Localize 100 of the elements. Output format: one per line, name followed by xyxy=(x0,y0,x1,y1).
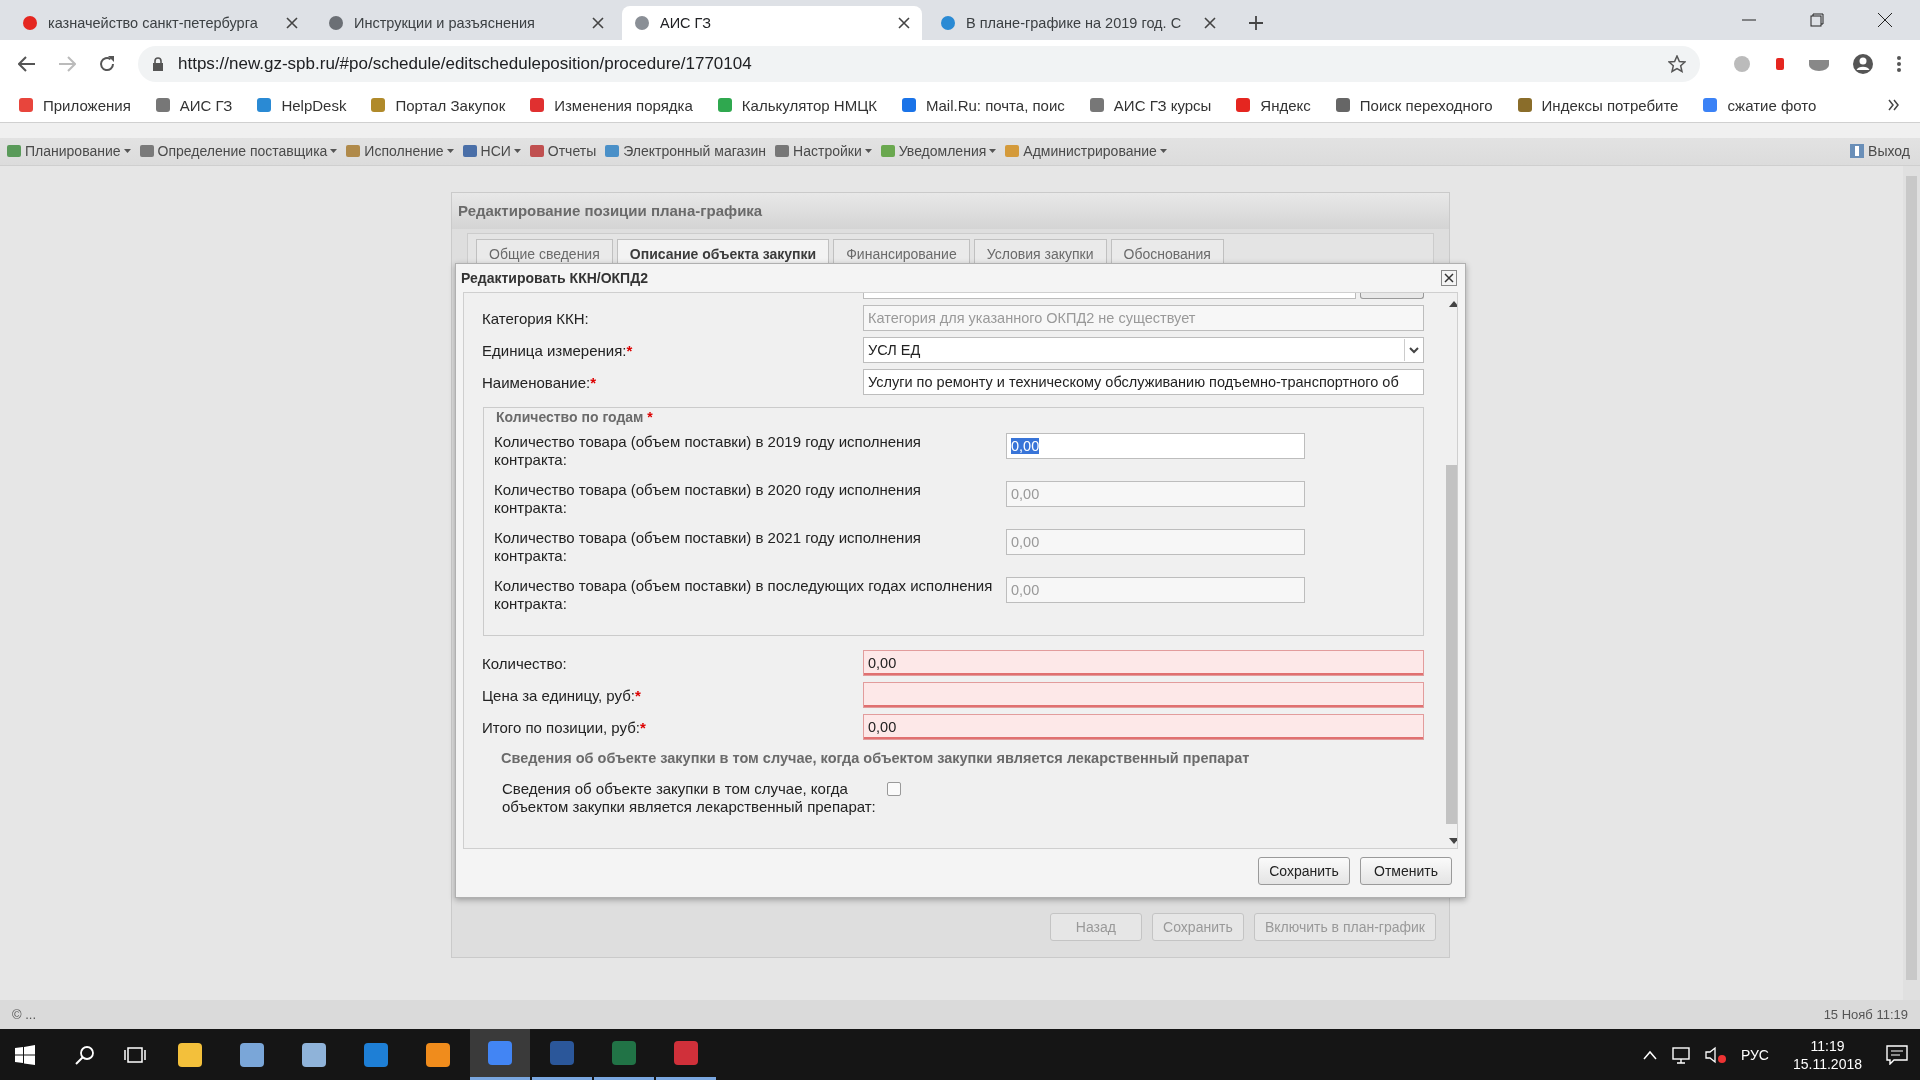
menu-item[interactable]: Планирование xyxy=(6,143,131,159)
close-icon[interactable] xyxy=(1204,17,1216,29)
volume-icon[interactable] xyxy=(1704,1045,1727,1064)
menu-item[interactable]: Отчеты xyxy=(528,143,597,159)
menu-icon xyxy=(879,143,896,159)
scroll-up-icon[interactable] xyxy=(1448,301,1457,307)
profile-icon[interactable] xyxy=(1852,53,1874,75)
bookmark[interactable]: Портал Закупок xyxy=(370,96,506,114)
menu-icon[interactable] xyxy=(1896,55,1902,73)
field-label: Количество товара (объем поставки) в 2021 году исполнения контракта: xyxy=(494,529,922,565)
close-icon[interactable] xyxy=(592,17,604,29)
input-field[interactable]: 0,00 xyxy=(863,714,1424,740)
app-icon xyxy=(673,1040,699,1066)
menu-item[interactable]: Определение поставщика xyxy=(138,143,338,159)
bookmark[interactable]: HelpDesk xyxy=(256,96,347,114)
menu-icon xyxy=(345,143,362,159)
close-icon[interactable] xyxy=(898,17,910,29)
close-icon[interactable] xyxy=(1441,270,1457,286)
chevron-icon[interactable] xyxy=(1888,99,1900,111)
dialog-button[interactable]: Сохранить xyxy=(1258,857,1350,885)
field-label: Количество товара (объем поставки) в 2019 году исполнения контракта: xyxy=(494,433,922,469)
windows-icon xyxy=(15,1044,35,1065)
clock[interactable]: 11:19 15.11.2018 xyxy=(1792,1036,1862,1073)
bookmark-icon xyxy=(18,97,34,113)
restore-icon[interactable] xyxy=(1810,13,1824,27)
caret-icon xyxy=(864,149,872,153)
caret-icon xyxy=(1159,149,1167,153)
language-indicator[interactable]: РУС xyxy=(1740,1046,1769,1063)
bookmark[interactable]: Индексы потребите xyxy=(1516,96,1679,114)
bookmark[interactable]: Яндекс xyxy=(1235,96,1311,114)
scroll-down-icon[interactable] xyxy=(1448,838,1457,844)
bookmark-icon xyxy=(1516,97,1533,113)
app-icon xyxy=(425,1041,451,1068)
extension-icon[interactable] xyxy=(1774,56,1786,72)
bookmark-icon xyxy=(1334,97,1351,113)
status-datetime: 15 Нояб 11:19 xyxy=(1823,1007,1908,1022)
dialog-button[interactable]: Отменить xyxy=(1360,857,1452,885)
browser-tab[interactable]: В плане-графике на 2019 год. С xyxy=(928,6,1228,40)
lock-icon xyxy=(152,57,164,71)
network-icon[interactable] xyxy=(1670,1045,1691,1064)
menu-icon xyxy=(604,143,621,159)
address-bar[interactable]: https://new.gz-spb.ru/#po/schedule/editscheduleposition/procedure/1770104 xyxy=(138,46,1700,82)
exit-icon xyxy=(1849,143,1866,159)
menu-icon xyxy=(528,143,545,159)
menu-icon xyxy=(6,143,22,159)
menu-icon xyxy=(774,143,791,159)
app-icon xyxy=(611,1040,637,1066)
bookmark[interactable]: АИС ГЗ xyxy=(154,96,233,114)
menu-icon xyxy=(1004,143,1021,159)
scrollbar-thumb[interactable] xyxy=(1446,465,1457,824)
app-icon xyxy=(487,1040,513,1066)
browser-tab[interactable]: АИС ГЗ xyxy=(622,6,922,40)
menu-item[interactable]: Администрирование xyxy=(1004,143,1167,159)
extension-icon[interactable] xyxy=(1808,57,1830,71)
reload-icon[interactable] xyxy=(98,55,116,73)
search-icon xyxy=(75,1044,95,1065)
input-field[interactable]: 0,00 xyxy=(1006,433,1305,459)
bookmark[interactable]: АИС ГЗ курсы xyxy=(1088,96,1212,114)
browser-tab[interactable]: Инструкции и разъяснения xyxy=(316,6,616,40)
bookmark[interactable]: Приложения xyxy=(18,96,131,114)
browser-tab[interactable]: казначейство санкт-петербурга xyxy=(10,6,310,40)
star-icon[interactable] xyxy=(1668,55,1686,73)
menu-item[interactable]: Уведомления xyxy=(879,143,997,159)
bookmark-icon xyxy=(256,97,273,113)
bookmark[interactable]: сжатие фото xyxy=(1702,96,1817,114)
back-icon[interactable] xyxy=(18,55,36,73)
bookmark[interactable]: Изменения порядка xyxy=(529,96,693,114)
close-icon[interactable] xyxy=(286,17,298,29)
caret-icon xyxy=(989,149,997,153)
bookmark-icon xyxy=(901,97,917,113)
notifications-icon[interactable] xyxy=(1886,1044,1908,1065)
dropdown-field[interactable]: УСЛ ЕД xyxy=(863,337,1424,363)
field-label: Наименование:* xyxy=(482,373,597,391)
bookmark[interactable]: Mail.Ru: почта, поис xyxy=(901,96,1065,114)
input-field[interactable]: Услуги по ремонту и техническому обслуживанию подъемно-транспортного об xyxy=(863,369,1424,395)
checkbox[interactable] xyxy=(887,782,901,796)
input-field[interactable]: 0,00 xyxy=(863,650,1424,676)
menu-item[interactable]: Электронный магазин xyxy=(604,143,767,159)
menu-item[interactable]: Настройки xyxy=(774,143,872,159)
menu-item[interactable]: НСИ xyxy=(461,143,521,159)
checkbox-label: Сведения об объекте закупки в том случае, когда объектом закупки является лекарственный препарат: xyxy=(502,780,877,816)
caret-icon xyxy=(330,149,338,153)
bookmark[interactable]: Поиск переходного xyxy=(1334,96,1493,114)
dialog-title: Редактировать ККН/ОКПД2 xyxy=(461,270,649,286)
close-icon[interactable] xyxy=(1878,13,1892,27)
copyright-text: © ... xyxy=(12,1007,37,1022)
caret-icon xyxy=(123,149,131,153)
bookmark-icon xyxy=(154,97,171,113)
scrollbar[interactable] xyxy=(1903,166,1920,1000)
new-tab-icon[interactable] xyxy=(1248,15,1264,31)
taskbar-app[interactable] xyxy=(470,1029,530,1080)
menu-item[interactable]: Исполнение xyxy=(345,143,454,159)
app-icon xyxy=(549,1040,575,1066)
menu-icon xyxy=(138,143,155,159)
bookmark[interactable]: Калькулятор НМЦК xyxy=(716,96,877,114)
logout-button[interactable]: Выход xyxy=(1849,143,1910,159)
field-label: Количество: xyxy=(482,654,568,672)
field-label: Итого по позиции, руб:* xyxy=(482,718,647,736)
section-title: Сведения об объекте закупки в том случае, когда объектом закупки является лекарственный препарат xyxy=(501,750,1251,766)
panel-title: Редактирование позиции плана-графика xyxy=(452,193,1449,229)
